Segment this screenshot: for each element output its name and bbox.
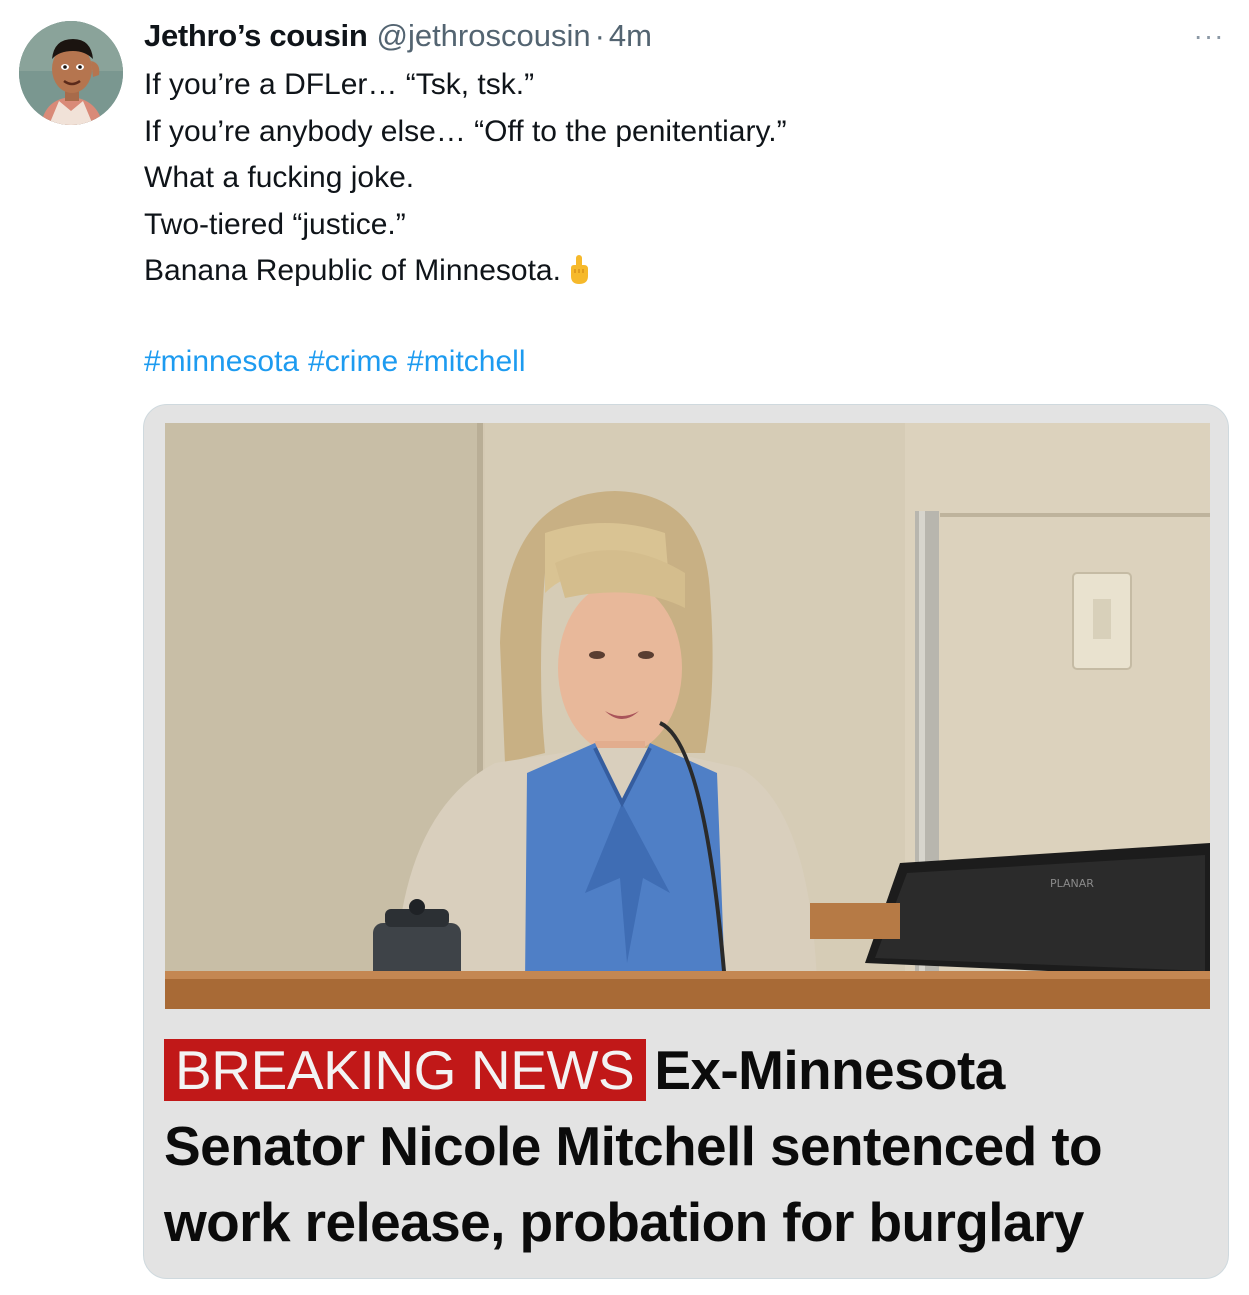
news-headline: BREAKING NEWS Ex-Minnesota Senator Nicole… — [164, 1032, 1214, 1260]
author-display-name[interactable]: Jethro’s cousin — [144, 16, 368, 56]
hashtag-link[interactable]: #minnesota — [144, 345, 299, 378]
hashtags: #minnesota #crime #mitchell — [144, 339, 535, 385]
more-options-icon[interactable]: ··· — [1189, 18, 1229, 54]
middle-finger-emoji-icon — [567, 254, 591, 301]
author-handle[interactable]: @jethroscousin — [376, 16, 590, 56]
tweet-line-with-emoji: Banana Republic of Minnesota. — [144, 248, 787, 295]
tweet-line: What a fucking joke. — [144, 161, 415, 194]
tweet-line: If you’re a DFLer… “Tsk, tsk.” — [144, 68, 535, 101]
breaking-news-badge: BREAKING NEWS — [164, 1039, 647, 1101]
separator-dot: · — [594, 18, 605, 53]
avatar-image — [19, 21, 123, 125]
tweet-line: If you’re anybody else… “Off to the peni… — [144, 114, 787, 148]
tweet-timestamp[interactable]: 4m — [609, 16, 652, 56]
avatar[interactable] — [19, 21, 123, 125]
tweet-line: Banana Republic of Minnesota. — [144, 254, 561, 287]
tweet-header: Jethro’s cousin @jethroscousin · 4m — [144, 16, 652, 56]
media-attachment[interactable]: PLANAR BREAKING NEWS Ex-Minnesota Senator… — [143, 404, 1229, 1279]
tweet-line: Two-tiered “justice.” — [144, 207, 406, 241]
monitor-brand: PLANAR — [1050, 877, 1094, 890]
tweet-text: If you’re a DFLer… “Tsk, tsk.” If you’re… — [144, 62, 787, 295]
hashtag-link[interactable]: #crime — [308, 345, 398, 378]
news-photo: PLANAR — [165, 423, 1210, 1009]
hashtag-link[interactable]: #mitchell — [407, 345, 525, 378]
